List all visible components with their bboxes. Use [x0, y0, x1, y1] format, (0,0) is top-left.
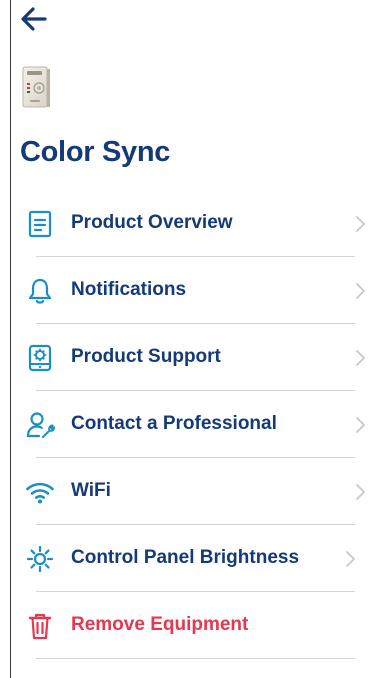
menu-item-brightness[interactable]: Control Panel Brightness: [0, 526, 385, 592]
document-icon: [25, 209, 55, 239]
menu-item-wifi[interactable]: WiFi: [0, 459, 385, 525]
menu-item-remove-equipment[interactable]: Remove Equipment: [0, 593, 385, 659]
divider: [36, 524, 355, 525]
back-button[interactable]: [20, 6, 48, 32]
menu-item-notifications[interactable]: Notifications: [0, 258, 385, 324]
divider: [36, 457, 355, 458]
menu-item-product-overview[interactable]: Product Overview: [0, 191, 385, 257]
chevron-right-icon: [354, 349, 366, 367]
wifi-icon: [25, 477, 55, 507]
divider: [36, 591, 355, 592]
tablet-gear-icon: [25, 343, 55, 373]
divider: [36, 256, 355, 257]
menu-item-contact-professional[interactable]: Contact a Professional: [0, 392, 385, 458]
menu-item-product-support[interactable]: Product Support: [0, 325, 385, 391]
trash-icon: [25, 611, 55, 641]
chevron-right-icon: [354, 282, 366, 300]
bell-icon: [25, 276, 55, 306]
sun-icon: [25, 544, 55, 574]
divider: [36, 390, 355, 391]
chevron-right-icon: [344, 550, 356, 568]
menu-item-label: Remove Equipment: [71, 614, 249, 635]
menu-item-label: Notifications: [71, 279, 187, 300]
chevron-right-icon: [354, 416, 366, 434]
menu-item-label: Contact a Professional: [71, 413, 277, 434]
divider: [36, 658, 355, 659]
arrow-left-icon: [21, 7, 47, 31]
person-wrench-icon: [25, 410, 55, 440]
divider: [36, 323, 355, 324]
wall-control-panel-image: [22, 66, 50, 108]
menu-item-label: Control Panel Brightness: [71, 547, 300, 568]
menu-item-label: Product Support: [71, 346, 221, 367]
chevron-right-icon: [354, 215, 366, 233]
menu-item-label: Product Overview: [71, 212, 233, 233]
menu-item-label: WiFi: [71, 480, 111, 501]
page-title: Color Sync: [20, 136, 171, 168]
device-thumbnail: [22, 66, 52, 110]
chevron-right-icon: [354, 483, 366, 501]
